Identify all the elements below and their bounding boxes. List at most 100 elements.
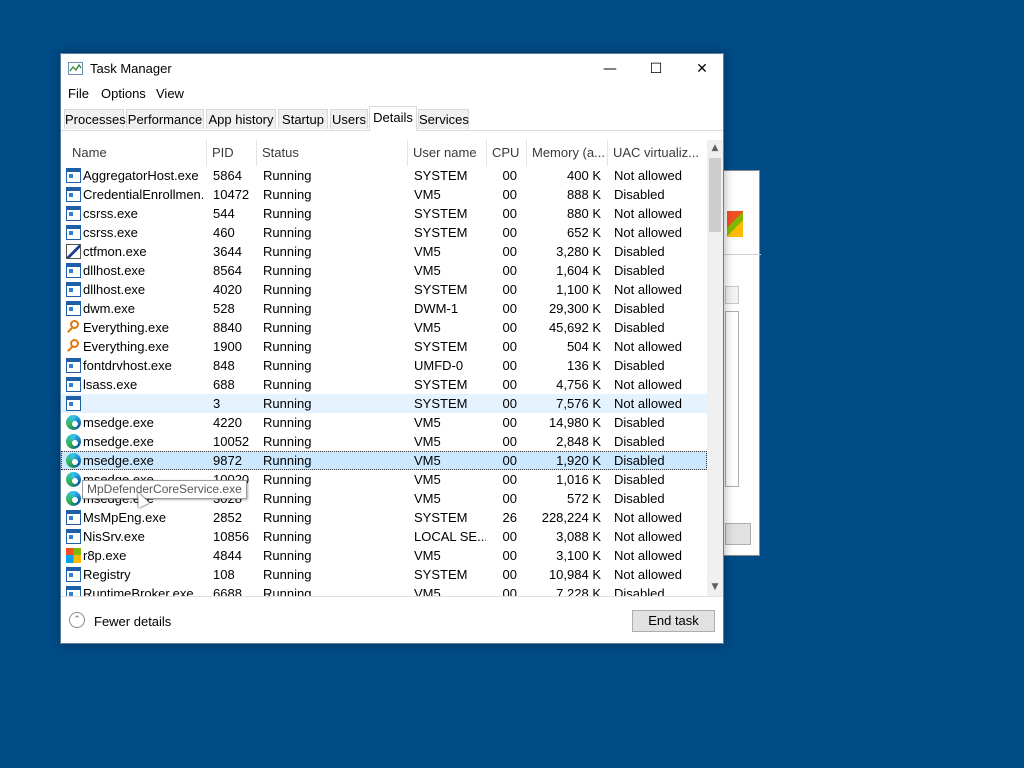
table-row[interactable]: ctfmon.exe 3644 Running VM5 00 3,280 K Disable… [61,242,707,261]
table-row[interactable]: msedge.exe 4220 Running VM5 00 14,980 K Disabl… [61,413,707,432]
menu-view[interactable]: View [156,86,184,101]
process-status: Running [263,377,312,392]
scroll-up-icon[interactable]: ▲ [707,140,723,157]
end-task-button[interactable]: End task [632,610,715,632]
process-pid: 3 [213,396,221,411]
table-row[interactable]: MsMpEng.exe 2852 Running SYSTEM 26 228,224 K N… [61,508,707,527]
background-button [725,523,751,545]
process-cpu: 00 [502,339,517,354]
minimize-button[interactable]: — [587,54,633,84]
tab-users[interactable]: Users [330,109,368,129]
process-name [83,394,203,413]
table-row[interactable]: Everything.exe 8840 Running VM5 00 45,692 K Di… [61,318,707,337]
window-title: Task Manager [90,61,172,76]
fewer-details-link[interactable]: Fewer details [94,614,171,629]
process-cpu: 00 [502,206,517,221]
tab-startup[interactable]: Startup [278,109,328,129]
column-uac-virtualization[interactable]: UAC virtualiz... [608,140,707,166]
table-row[interactable]: CredentialEnrollmen... 10472 Running VM5 00 8… [61,185,707,204]
process-cpu: 00 [502,491,517,506]
process-name: msedge.exe [83,434,154,449]
process-user: VM5 [414,548,441,563]
process-name: msedge.exe [83,415,154,430]
background-list [725,311,739,487]
process-status: Running [263,187,312,202]
table-row[interactable]: Everything.exe 1900 Running SYSTEM 00 504 K No… [61,337,707,356]
column-name[interactable]: Name [67,140,207,166]
table-row[interactable]: msedge.exe 9872 Running VM5 00 1,920 K Disable… [61,451,707,470]
process-uac: Not allowed [614,339,682,354]
footer: ⌃ Fewer details End task [61,596,723,644]
details-table: ^ Name PID Status User name CPU Memory (… [61,140,723,596]
table-row[interactable]: dllhost.exe 8564 Running VM5 00 1,604 K Disabl… [61,261,707,280]
process-uac: Disabled [614,301,665,316]
process-memory: 45,692 K [548,320,601,335]
process-cpu: 00 [502,396,517,411]
process-user: VM5 [414,586,441,596]
menu-options[interactable]: Options [101,86,146,101]
tab-performance[interactable]: Performance [126,109,204,129]
chevron-up-icon[interactable]: ⌃ [69,612,85,628]
close-button[interactable]: ✕ [679,54,725,84]
application-icon [66,263,81,278]
process-status: Running [263,263,312,278]
process-pid: 688 [213,377,235,392]
process-status: Running [263,586,312,596]
table-row[interactable]: NisSrv.exe 10856 Running LOCAL SE... 00 3,088… [61,527,707,546]
table-row[interactable]: AggregatorHost.exe 5864 Running SYSTEM 00 400… [61,166,707,185]
scrollbar-thumb[interactable] [709,158,721,232]
process-name: Everything.exe [83,339,169,354]
process-memory: 14,980 K [548,415,601,430]
application-icon [66,529,81,544]
process-cpu: 00 [502,586,517,596]
tab-services[interactable]: Services [418,109,469,129]
process-name: RuntimeBroker.exe [83,586,194,596]
column-cpu[interactable]: CPU [487,140,527,166]
title-bar[interactable]: Task Manager — ☐ ✕ [61,54,723,84]
process-status: Running [263,339,312,354]
process-uac: Disabled [614,491,665,506]
table-row[interactable]: dwm.exe 528 Running DWM-1 00 29,300 K Disabled [61,299,707,318]
table-row[interactable]: csrss.exe 460 Running SYSTEM 00 652 K Not allo… [61,223,707,242]
table-row[interactable]: r8p.exe 4844 Running VM5 00 3,100 K Not allowe… [61,546,707,565]
table-row[interactable]: msedge.exe 10052 Running VM5 00 2,848 K Disabl… [61,432,707,451]
table-row[interactable]: RuntimeBroker.exe 6688 Running VM5 00 7,228 K… [61,584,707,596]
tab-details[interactable]: Details [369,106,417,131]
application-icon [66,358,81,373]
process-user: VM5 [414,434,441,449]
edge-browser-icon [66,491,81,506]
search-icon [66,320,81,335]
maximize-button[interactable]: ☐ [633,54,679,84]
process-pid: 4020 [213,282,242,297]
process-memory: 400 K [567,168,601,183]
column-pid[interactable]: PID [207,140,257,166]
table-row[interactable]: Registry 108 Running SYSTEM 00 10,984 K Not al… [61,565,707,584]
column-status[interactable]: Status [257,140,408,166]
table-row[interactable]: fontdrvhost.exe 848 Running UMFD-0 00 136 K Di… [61,356,707,375]
tab-app-history[interactable]: App history [206,109,276,129]
table-row[interactable]: lsass.exe 688 Running SYSTEM 00 4,756 K Not al… [61,375,707,394]
tab-processes[interactable]: Processes [64,109,126,129]
process-memory: 7,228 K [556,586,601,596]
process-cpu: 00 [502,377,517,392]
process-user: SYSTEM [414,282,468,297]
table-row[interactable]: 3 Running SYSTEM 00 7,576 K Not allowed [61,394,707,413]
process-pid: 848 [213,358,235,373]
scroll-down-icon[interactable]: ▼ [707,579,723,596]
table-row[interactable]: csrss.exe 544 Running SYSTEM 00 880 K Not allo… [61,204,707,223]
process-user: VM5 [414,415,441,430]
process-pid: 5864 [213,168,242,183]
process-uac: Not allowed [614,529,682,544]
table-row[interactable]: dllhost.exe 4020 Running SYSTEM 00 1,100 K Not… [61,280,707,299]
process-user: SYSTEM [414,377,468,392]
column-memory[interactable]: Memory (a... [527,140,608,166]
vertical-scrollbar[interactable]: ▲ ▼ [707,140,723,596]
column-user-name[interactable]: User name [408,140,487,166]
menu-file[interactable]: File [68,86,89,101]
task-manager-icon [68,62,83,75]
background-input [725,286,739,304]
process-memory: 2,848 K [556,434,601,449]
application-icon [66,187,81,202]
process-uac: Not allowed [614,206,682,221]
process-status: Running [263,453,312,468]
